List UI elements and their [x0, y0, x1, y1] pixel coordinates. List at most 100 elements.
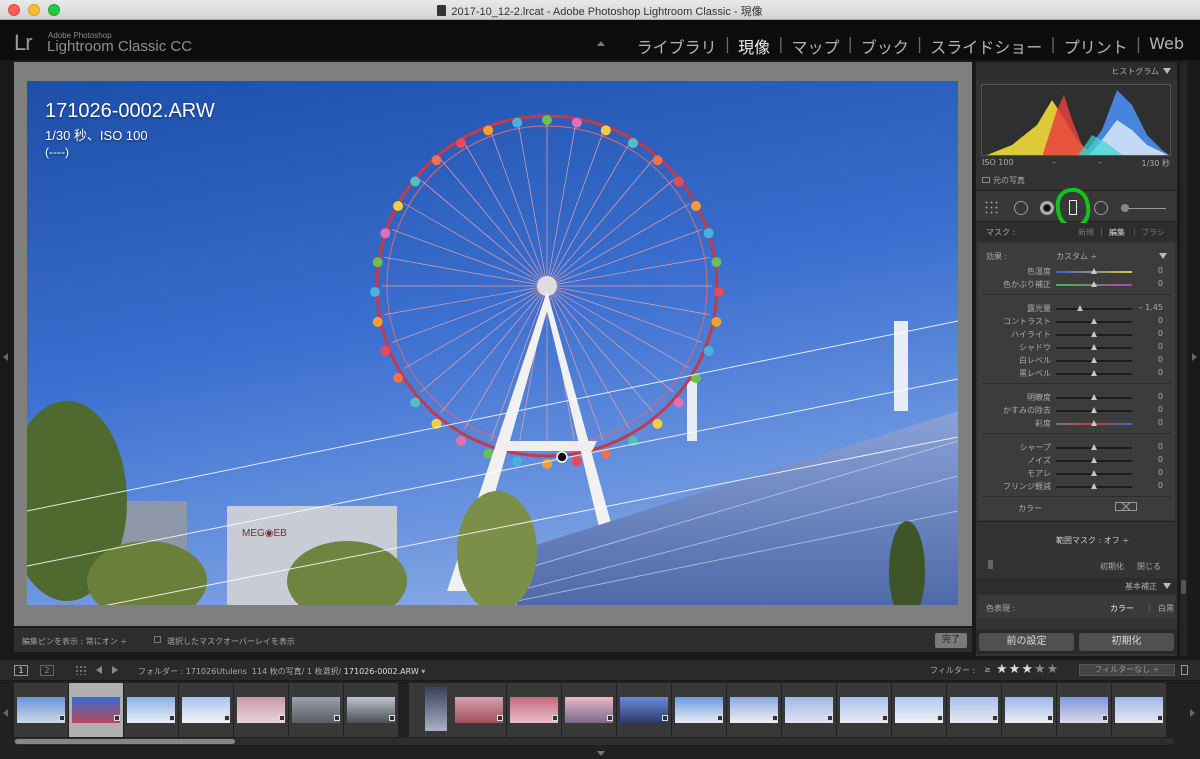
previous-settings-button[interactable]: 前の設定 — [979, 633, 1074, 651]
brush-slider-icon[interactable] — [1121, 204, 1129, 212]
right-panel-scrollbar[interactable] — [1180, 62, 1187, 656]
effect-collapse-icon[interactable] — [1159, 253, 1167, 259]
view-2-button[interactable]: 2 — [40, 665, 54, 676]
slider-value[interactable]: 0 — [1158, 316, 1163, 325]
slider-knob[interactable] — [1091, 394, 1097, 400]
slider-value[interactable]: 0 — [1158, 405, 1163, 414]
filmstrip-thumb[interactable] — [234, 683, 288, 737]
mask-close-button[interactable]: 閉じる — [1137, 561, 1161, 572]
module-4[interactable]: スライドショー — [924, 34, 1048, 58]
slider-knob[interactable] — [1091, 318, 1097, 324]
slider-value[interactable]: 0 — [1158, 455, 1163, 464]
rating-filter-stars[interactable]: ★★★★★ — [996, 662, 1059, 677]
panel-switch-icon[interactable] — [988, 560, 993, 569]
module-6[interactable]: Web — [1143, 34, 1190, 58]
show-pins-dropdown[interactable]: 編集ピンを表示 : 常にオン ÷ — [22, 636, 127, 647]
filmstrip-right-icon[interactable] — [1190, 709, 1195, 717]
slider-value[interactable]: 0 — [1158, 468, 1163, 477]
lock-icon[interactable] — [1181, 665, 1188, 675]
filmstrip-thumb[interactable] — [452, 683, 506, 737]
radial-filter-icon[interactable] — [1094, 201, 1108, 215]
rating-star-icon[interactable]: ★ — [1034, 662, 1047, 677]
slider-knob[interactable] — [1091, 344, 1097, 350]
slider-track[interactable] — [1056, 308, 1132, 310]
filmstrip-thumb[interactable] — [1002, 683, 1056, 737]
histogram-header[interactable]: ヒストグラム — [976, 62, 1177, 80]
original-photo-toggle[interactable]: 元の写真 — [982, 175, 1025, 186]
slider-knob[interactable] — [1091, 420, 1097, 426]
histogram[interactable] — [981, 84, 1171, 156]
filmstrip-thumb[interactable] — [837, 683, 891, 737]
basic-header[interactable]: 基本補正 — [976, 578, 1177, 594]
brush-slider-track[interactable] — [1126, 208, 1166, 209]
slider-value[interactable]: 0 — [1158, 342, 1163, 351]
rating-star-icon[interactable]: ★ — [1021, 662, 1034, 677]
filmstrip-thumb[interactable] — [289, 683, 343, 737]
filter-select[interactable]: フィルターなし ÷ — [1079, 664, 1175, 676]
slider-value[interactable]: 0 — [1158, 442, 1163, 451]
filmstrip-scroll-thumb[interactable] — [15, 739, 235, 744]
treatment-color[interactable]: カラー — [1110, 603, 1134, 614]
photo-ferris-wheel[interactable]: MEG◉EB 171026-0002.ARW 1/30 秒、ISO 100 (-… — [27, 81, 958, 605]
module-3[interactable]: ブック — [855, 34, 915, 58]
next-arrow-icon[interactable] — [112, 666, 118, 674]
filmstrip-thumb[interactable] — [562, 683, 616, 737]
slider-knob[interactable] — [1091, 331, 1097, 337]
filmstrip-thumb[interactable] — [344, 683, 398, 737]
filmstrip-thumb[interactable] — [507, 683, 561, 737]
filmstrip-thumb[interactable] — [179, 683, 233, 737]
filmstrip-thumb[interactable] — [782, 683, 836, 737]
scroll-thumb[interactable] — [1181, 580, 1186, 594]
left-panel-toggle-icon[interactable] — [3, 353, 8, 361]
slider-knob[interactable] — [1091, 370, 1097, 376]
slider-knob[interactable] — [1091, 281, 1097, 287]
range-mask-dropdown[interactable]: 範囲マスク : オフ ÷ — [1056, 535, 1129, 546]
rating-star-icon[interactable]: ★ — [1009, 662, 1022, 677]
slider-knob[interactable] — [1091, 357, 1097, 363]
filmstrip-thumb[interactable] — [947, 683, 1001, 737]
slider-value[interactable]: 0 — [1158, 418, 1163, 427]
filmstrip-thumb[interactable] — [617, 683, 671, 737]
basic-collapse-icon[interactable] — [1163, 583, 1171, 589]
original-photo-checkbox[interactable] — [982, 177, 990, 183]
slider-knob[interactable] — [1091, 457, 1097, 463]
filmstrip-thumb[interactable] — [672, 683, 726, 737]
red-eye-icon[interactable] — [1040, 201, 1054, 215]
rating-star-icon[interactable]: ★ — [996, 662, 1009, 677]
slider-value[interactable]: – 1.45 — [1139, 303, 1163, 312]
filter-comparator[interactable]: ≥ — [984, 665, 991, 674]
module-1[interactable]: 現像 — [732, 34, 776, 58]
filmstrip-thumb[interactable] — [727, 683, 781, 737]
slider-knob[interactable] — [1077, 305, 1084, 311]
grid-view-icon[interactable] — [75, 665, 86, 675]
right-panel-toggle-icon[interactable] — [1192, 353, 1197, 361]
filmstrip-thumb[interactable] — [892, 683, 946, 737]
filmstrip-path[interactable]: フォルダー : 171026Utulens 114 枚の写真/ 1 枚選択/ 1… — [138, 666, 425, 677]
slider-knob[interactable] — [1091, 268, 1097, 274]
filmstrip-thumb[interactable] — [69, 683, 123, 737]
collapse-icon[interactable] — [1163, 68, 1171, 74]
slider-value[interactable]: 0 — [1158, 368, 1163, 377]
filmstrip-thumb[interactable] — [1112, 683, 1166, 737]
slider-knob[interactable] — [1091, 470, 1097, 476]
module-0[interactable]: ライブラリ — [631, 34, 723, 58]
slider-value[interactable]: 0 — [1158, 355, 1163, 364]
color-swatch[interactable] — [1115, 502, 1137, 511]
done-button[interactable]: 完了 — [935, 633, 967, 648]
slider-knob[interactable] — [1091, 483, 1097, 489]
slider-value[interactable]: 0 — [1158, 329, 1163, 338]
module-5[interactable]: プリント — [1058, 34, 1134, 58]
filmstrip-thumb[interactable] — [14, 683, 68, 737]
mask-reset-button[interactable]: 初期化 — [1100, 561, 1124, 572]
bottom-panel-toggle-icon[interactable] — [597, 751, 605, 756]
crop-grid-icon[interactable] — [984, 200, 1000, 214]
slider-value[interactable]: 0 — [1158, 481, 1163, 490]
spot-removal-icon[interactable] — [1014, 201, 1028, 215]
rating-star-icon[interactable]: ★ — [1047, 662, 1060, 677]
mask-overlay-checkbox[interactable] — [154, 636, 161, 643]
filmstrip-scrollbar[interactable] — [14, 738, 1174, 745]
reset-button[interactable]: 初期化 — [1079, 633, 1174, 651]
slider-value[interactable]: 0 — [1158, 279, 1163, 288]
view-1-button[interactable]: 1 — [14, 665, 28, 676]
slider-knob[interactable] — [1091, 444, 1097, 450]
